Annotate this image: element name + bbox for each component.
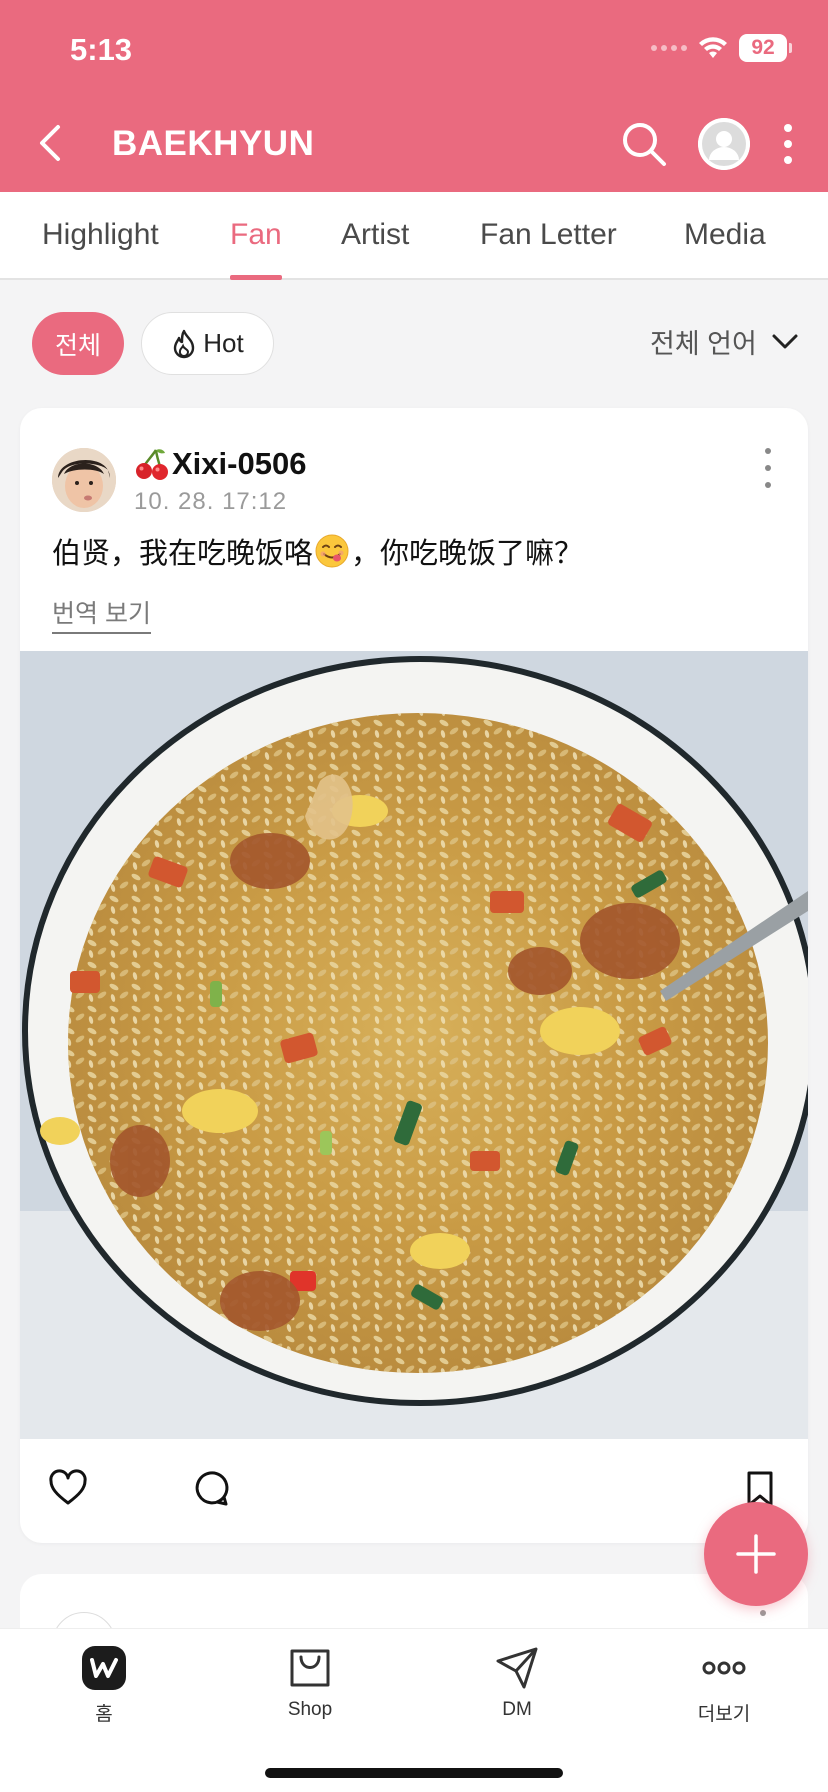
status-icons: 92 <box>651 34 792 62</box>
battery-tip <box>789 43 792 53</box>
author-photo <box>52 448 116 512</box>
nav-shop[interactable]: Shop <box>250 1645 370 1721</box>
author-avatar[interactable] <box>52 448 116 512</box>
chevron-left-icon <box>40 125 60 161</box>
tab-highlight[interactable]: Highlight <box>42 192 159 278</box>
tab-label: Artist <box>341 218 410 251</box>
nav-dm-label: DM <box>502 1699 532 1720</box>
shopping-bag-icon <box>290 1649 330 1687</box>
tab-bar: Highlight Fan Artist Fan Letter Media <box>0 192 828 280</box>
screen: 5:13 92 BAEKHYUN Highlight Fan Artist Fa… <box>0 0 828 1792</box>
active-tab-indicator <box>230 275 282 280</box>
more-dots-icon <box>702 1661 746 1675</box>
author-name[interactable]: Xixi-0506 <box>134 446 306 482</box>
chevron-down-icon <box>772 334 798 348</box>
plus-icon <box>736 1534 776 1574</box>
filter-hot-button[interactable]: Hot <box>141 312 274 375</box>
language-select-label: 전체 언어 <box>650 329 757 359</box>
nav-more-label: 더보기 <box>697 1704 751 1725</box>
nav-more[interactable]: 더보기 <box>664 1645 784 1726</box>
search-icon <box>623 123 666 166</box>
tab-fan[interactable]: Fan <box>230 192 282 280</box>
nav-shop-label: Shop <box>287 1699 333 1720</box>
heart-icon <box>49 1469 87 1505</box>
post-text-part1: 伯贤，我在吃晚饭咯 <box>52 538 314 570</box>
app-header: 5:13 92 BAEKHYUN <box>0 0 828 192</box>
post-body: 伯贤，我在吃晚饭咯 ，你吃晚饭了嘛？ <box>52 530 583 572</box>
tab-fan-letter[interactable]: Fan Letter <box>480 192 617 278</box>
battery-indicator: 92 <box>739 34 787 62</box>
new-post-fab[interactable] <box>704 1502 808 1606</box>
filter-hot-label: Hot <box>203 328 244 358</box>
tab-label: Fan Letter <box>480 218 617 251</box>
nav-home-label: 홈 <box>95 1704 113 1725</box>
nav-home[interactable]: 홈 <box>44 1645 164 1726</box>
fried-rice-bowl-image <box>20 651 808 1439</box>
like-button[interactable] <box>48 1469 88 1509</box>
flame-icon <box>174 329 195 358</box>
back-button[interactable] <box>36 118 76 168</box>
comment-bubble-icon <box>195 1471 229 1506</box>
next-post-more-button[interactable] <box>760 1610 766 1616</box>
post-photo[interactable] <box>20 651 808 1439</box>
cherry-icon <box>136 449 168 480</box>
post-text-part2: ，你吃晚饭了嘛？ <box>351 538 584 570</box>
post-actions <box>20 1439 808 1543</box>
profile-button[interactable] <box>698 118 750 170</box>
tab-label: Media <box>684 218 766 251</box>
post-more-button[interactable] <box>758 448 778 488</box>
translate-link[interactable]: 번역 보기 <box>52 594 151 634</box>
post-timestamp: 10. 28. 17:12 <box>134 488 288 515</box>
search-button[interactable] <box>620 120 670 170</box>
yum-face-emoji-icon <box>315 534 349 568</box>
home-indicator[interactable] <box>265 1768 563 1778</box>
status-time: 5:13 <box>70 32 133 67</box>
user-avatar-icon <box>698 118 750 170</box>
nav-dm[interactable]: DM <box>457 1645 577 1721</box>
paper-plane-icon <box>496 1647 538 1689</box>
tab-label: Highlight <box>42 218 159 251</box>
signal-icon <box>651 45 687 51</box>
weverse-home-icon <box>82 1646 126 1690</box>
author-name-text: Xixi-0506 <box>172 446 307 481</box>
comment-button[interactable] <box>190 1469 230 1509</box>
more-options-button[interactable] <box>776 120 800 168</box>
wifi-icon <box>699 37 727 58</box>
post-card[interactable]: Xixi-0506 10. 28. 17:12 伯贤，我在吃晚饭咯 ，你吃晚饭了… <box>20 408 808 1543</box>
tab-artist[interactable]: Artist <box>341 192 409 278</box>
language-select[interactable]: 전체 언어 <box>650 322 799 361</box>
filter-all-button[interactable]: 전체 <box>32 312 124 375</box>
tab-media[interactable]: Media <box>684 192 766 278</box>
tab-label: Fan <box>230 218 282 251</box>
page-title: BAEKHYUN <box>112 124 315 163</box>
